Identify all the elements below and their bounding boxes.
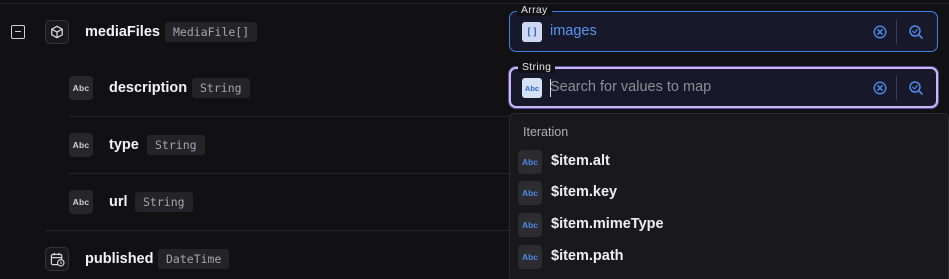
search-input[interactable]: Search for values to map [550,79,711,95]
row-divider [69,116,509,117]
dropdown-item[interactable]: Abc $item.path [518,243,938,271]
collapse-toggle-icon[interactable] [11,25,25,39]
string-mapping-field[interactable]: String Abc Search for values to map [509,62,938,108]
text-cursor [550,79,551,97]
field-name-url: url [109,194,128,210]
dropdown-item[interactable]: Abc $item.key [518,179,938,207]
array-type-icon: [] [522,22,542,42]
string-type-icon: Abc [518,213,542,237]
dropdown-item[interactable]: Abc $item.mimeType [518,211,938,239]
string-type-icon: Abc [69,133,93,157]
dropdown-item-label: $item.path [551,248,624,264]
type-badge-url: String [135,192,193,212]
field-name-mediafiles: mediaFiles [85,24,160,40]
array-mapping-field[interactable]: Array [] images [509,5,938,52]
row-divider [45,230,509,231]
row-divider [69,173,509,174]
dropdown-item-label: $item.key [551,184,618,200]
type-badge-description: String [192,78,250,98]
string-type-icon: Abc [522,78,542,98]
field-name-description: description [109,80,188,96]
button-separator [896,20,897,44]
string-type-icon: Abc [69,190,93,214]
top-divider [0,3,949,4]
array-field-label: Array [517,5,552,16]
array-mapping-value[interactable]: images [550,23,597,39]
object-cube-icon [45,20,69,44]
search-icon[interactable] [907,79,925,97]
dropdown-item-label: $item.alt [551,153,610,169]
string-type-icon: Abc [518,245,542,269]
clear-icon[interactable] [872,24,888,40]
suggestions-dropdown: Iteration Abc $item.alt Abc $item.key Ab… [509,113,949,279]
string-type-icon: Abc [518,181,542,205]
dropdown-section-heading: Iteration [523,125,569,139]
button-separator [896,76,897,100]
field-name-type: type [109,137,139,153]
clear-icon[interactable] [872,80,888,96]
type-badge-mediafiles: MediaFile[] [165,22,258,42]
dropdown-item-label: $item.mimeType [551,216,664,232]
type-badge-published: DateTime [158,249,230,269]
string-type-icon: Abc [69,76,93,100]
dropdown-item[interactable]: Abc $item.alt [518,148,938,176]
string-type-icon: Abc [518,150,542,174]
search-icon[interactable] [907,23,925,41]
type-badge-type: String [147,135,205,155]
field-name-published: published [85,251,154,267]
string-field-label: String [518,62,556,73]
calendar-clock-icon [45,247,69,271]
